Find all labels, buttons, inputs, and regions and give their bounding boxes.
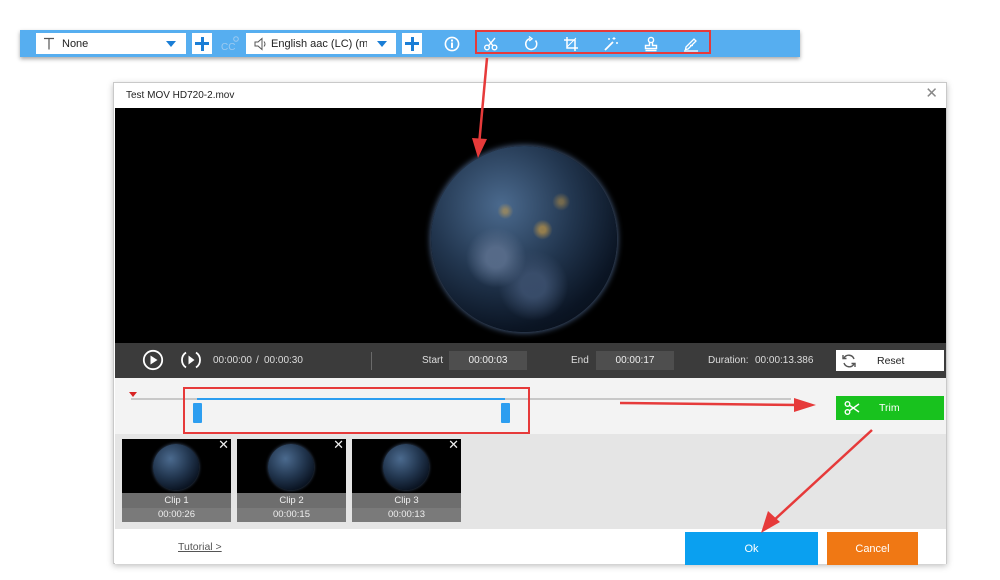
chevron-down-icon [166, 41, 176, 47]
earth-video-frame [431, 146, 617, 332]
dialog-title: Test MOV HD720-2.mov [126, 90, 235, 101]
scissors-icon [484, 37, 498, 50]
rotate-icon [524, 35, 538, 50]
add-audio-button[interactable] [402, 33, 422, 54]
time-separator: / [256, 355, 259, 366]
duration-label: Duration: [708, 355, 749, 366]
clip-item[interactable]: ✕ Clip 2 00:00:15 [237, 438, 346, 522]
audio-track-dropdown[interactable]: English aac (LC) (mp [246, 33, 396, 54]
step-forward-button[interactable] [180, 349, 202, 371]
close-icon[interactable]: ✕ [218, 438, 229, 451]
clip-item[interactable]: ✕ Clip 3 00:00:13 [352, 438, 461, 522]
earth-thumbnail [153, 444, 199, 490]
toolbar: None CC English aac (LC) (mp [20, 30, 800, 57]
closed-caption-icon: CC [221, 35, 239, 53]
subtitle-dropdown[interactable]: None [36, 33, 186, 54]
player-controls: 00:00:00 / 00:00:30 Start 00:00:03 End 0… [115, 343, 946, 378]
clip-thumbnail [122, 439, 231, 493]
end-label: End [571, 355, 589, 366]
clip-thumbnail [237, 439, 346, 493]
start-time-input[interactable]: 00:00:03 [449, 351, 527, 370]
reset-button[interactable]: Reset [836, 350, 944, 371]
closed-caption-button[interactable]: CC [219, 33, 241, 54]
video-preview [115, 108, 946, 343]
end-time-input[interactable]: 00:00:17 [596, 351, 674, 370]
reset-label: Reset [877, 354, 905, 367]
rotate-tool-button[interactable] [520, 33, 542, 54]
earth-thumbnail [383, 444, 429, 490]
clip-label: Clip 1 [122, 493, 231, 508]
tutorial-link[interactable]: Tutorial > [178, 541, 222, 553]
subtitle-text-icon [43, 37, 55, 50]
add-subtitle-button[interactable] [192, 33, 212, 54]
watermark-tool-button[interactable] [640, 33, 662, 54]
effects-tool-button[interactable] [600, 33, 622, 54]
clip-list: ✕ Clip 1 00:00:26 ✕ Clip 2 00:00:15 ✕ Cl… [115, 434, 946, 529]
info-button[interactable] [441, 33, 463, 54]
clip-duration: 00:00:15 [237, 508, 346, 522]
close-icon[interactable]: ✕ [448, 438, 459, 451]
scissors-icon [844, 401, 860, 415]
cancel-button[interactable]: Cancel [827, 532, 918, 565]
timeline-highlight [183, 387, 530, 434]
edit-tool-button[interactable] [680, 33, 702, 54]
crop-icon [564, 36, 578, 51]
close-icon[interactable]: ✕ [925, 86, 938, 102]
trim-label: Trim [879, 402, 900, 414]
close-icon[interactable]: ✕ [333, 438, 344, 451]
info-icon [444, 36, 460, 51]
refresh-icon [842, 354, 856, 367]
duration-value: 00:00:13.386 [755, 355, 814, 366]
crop-tool-button[interactable] [560, 33, 582, 54]
trim-tool-button[interactable] [480, 33, 502, 54]
clip-label: Clip 2 [237, 493, 346, 508]
svg-text:CC: CC [221, 42, 235, 53]
current-time: 00:00:00 [213, 355, 252, 366]
speaker-icon [254, 36, 268, 51]
play-icon [142, 349, 164, 371]
earth-thumbnail [268, 444, 314, 490]
step-forward-icon [181, 351, 201, 369]
edit-pen-icon [684, 37, 698, 52]
audio-track-value: English aac (LC) (mp [271, 37, 367, 50]
clip-duration: 00:00:26 [122, 508, 231, 522]
trim-button[interactable]: Trim [836, 396, 944, 420]
dialog-footer: Tutorial > Ok Cancel [115, 529, 946, 565]
ok-button[interactable]: Ok [685, 532, 818, 565]
play-button[interactable] [142, 349, 164, 371]
edit-tools-highlight [475, 30, 711, 54]
playhead-marker[interactable] [129, 392, 137, 397]
divider [371, 352, 372, 370]
clip-duration: 00:00:13 [352, 508, 461, 522]
chevron-down-icon [377, 41, 387, 47]
effects-wand-icon [604, 36, 618, 51]
trim-timeline: Trim [115, 378, 946, 434]
clip-label: Clip 3 [352, 493, 461, 508]
total-time: 00:00:30 [264, 355, 303, 366]
clip-thumbnail [352, 439, 461, 493]
start-label: Start [422, 355, 444, 366]
trim-dialog: Test MOV HD720-2.mov ✕ 00:00:00 / 00:00:… [113, 82, 947, 565]
watermark-stamp-icon [644, 36, 658, 51]
subtitle-value: None [62, 37, 89, 50]
clip-item[interactable]: ✕ Clip 1 00:00:26 [122, 438, 231, 522]
